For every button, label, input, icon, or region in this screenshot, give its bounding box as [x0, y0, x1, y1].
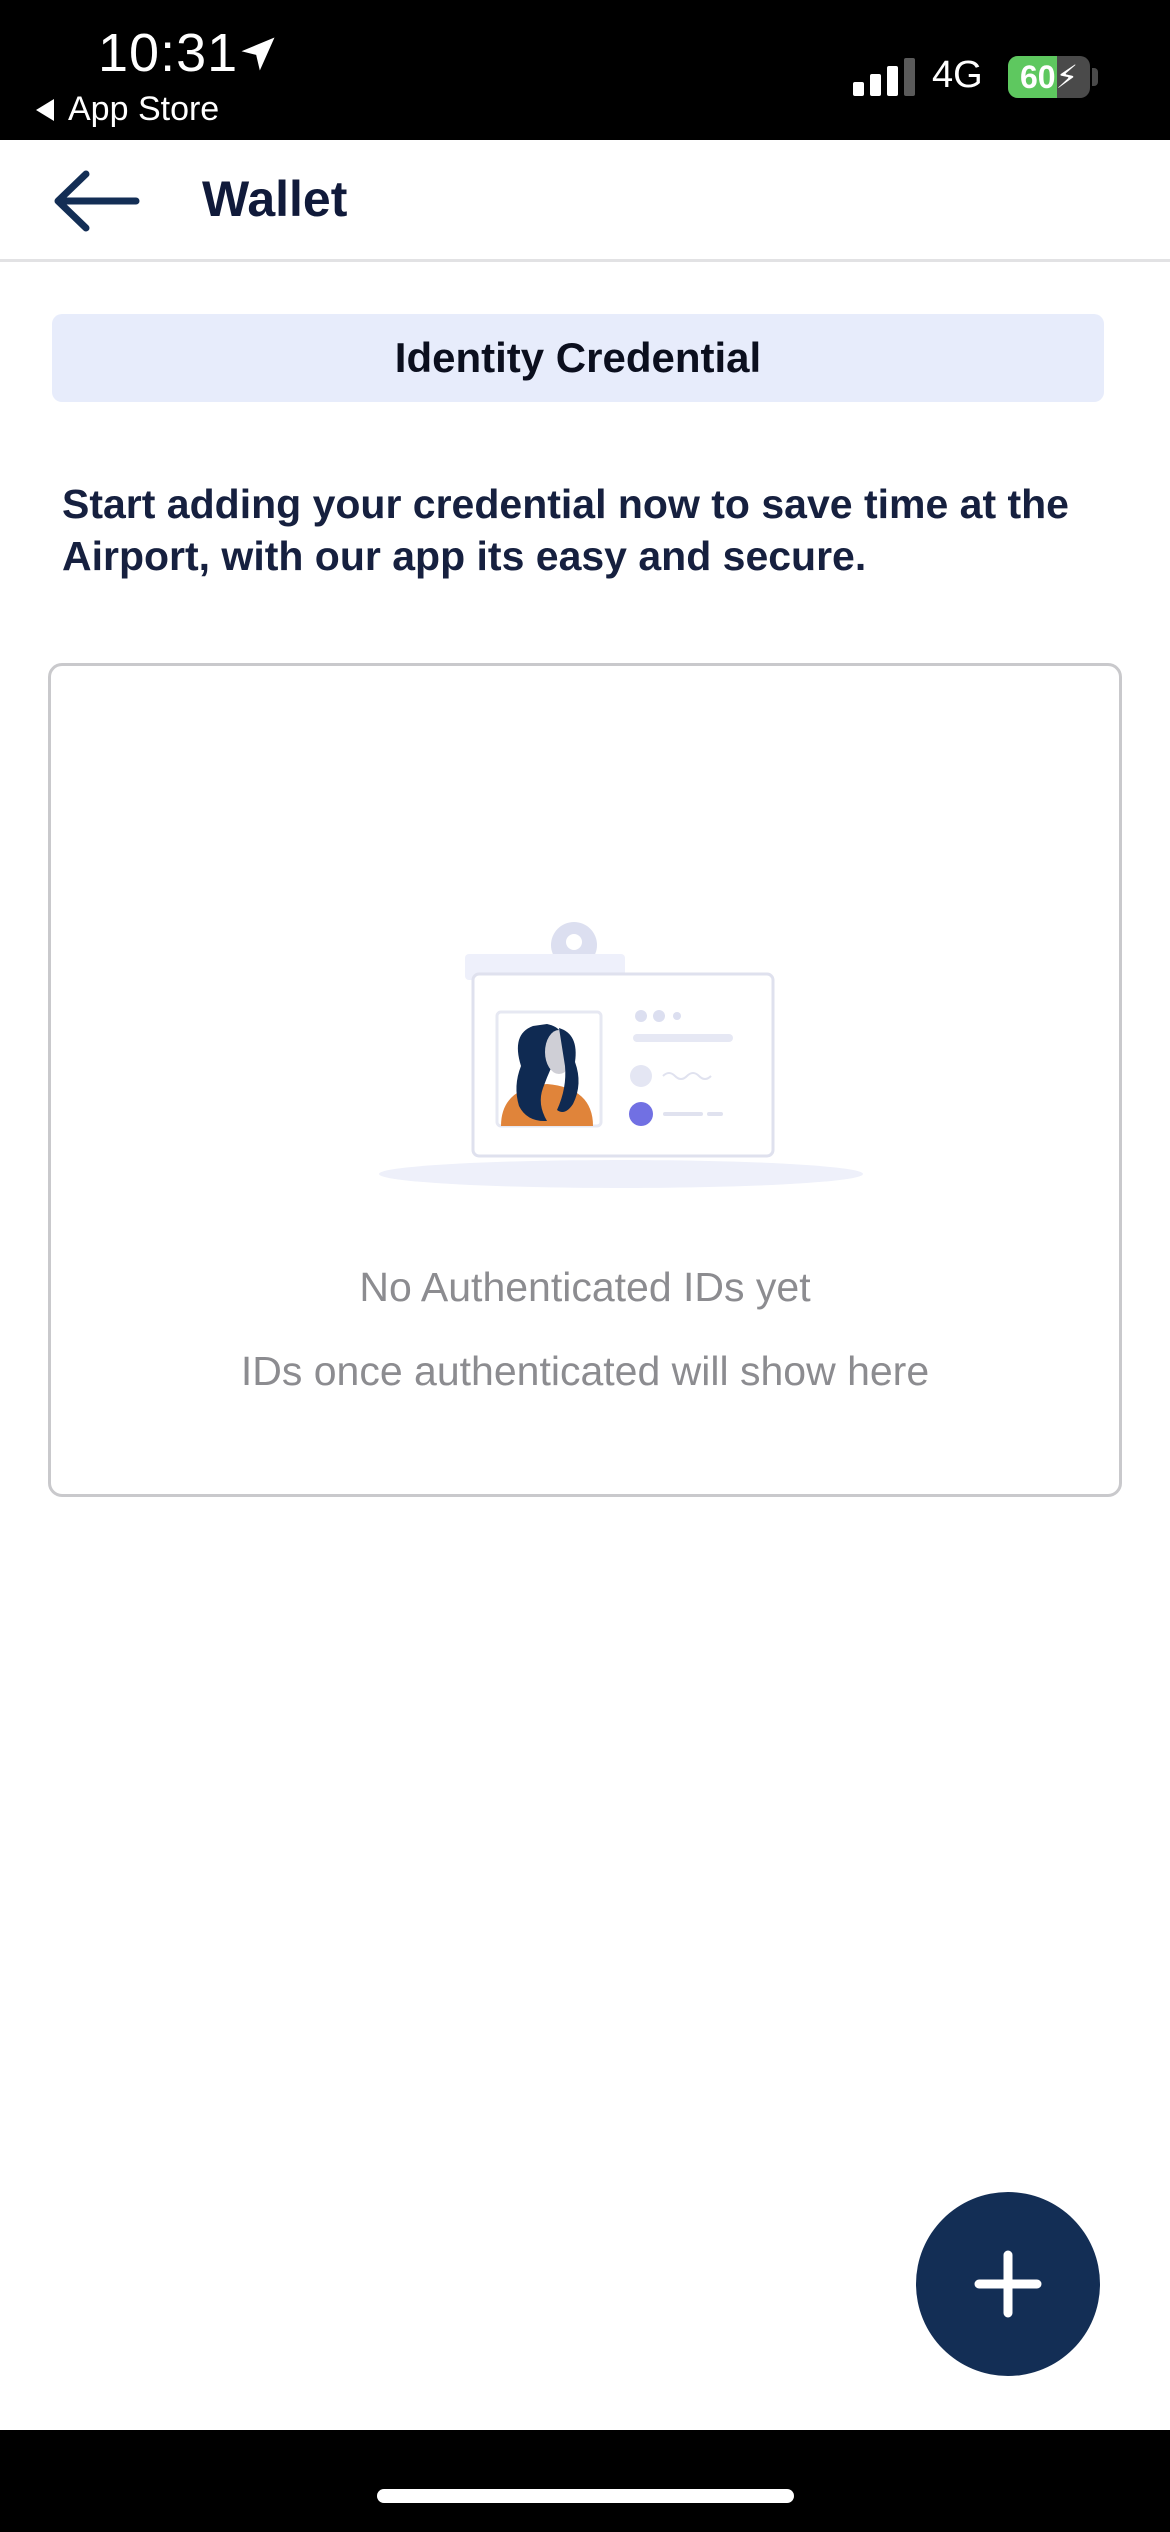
plus-icon: [974, 2250, 1042, 2318]
empty-state-subtitle: IDs once authenticated will show here: [240, 1348, 930, 1394]
tab-identity-credential[interactable]: Identity Credential: [52, 314, 1104, 402]
back-triangle-icon: [36, 98, 54, 121]
back-to-app-store[interactable]: App Store: [36, 90, 219, 129]
battery-cap: [1092, 68, 1098, 86]
signal-bars-icon: [853, 58, 915, 96]
bolt-icon: ⚡: [1055, 59, 1079, 95]
back-app-label: App Store: [68, 90, 220, 128]
battery-indicator: 60⚡: [1008, 56, 1090, 98]
app-header: Wallet: [0, 140, 1170, 262]
battery-percent: 60⚡: [1019, 59, 1079, 95]
page-title: Wallet: [202, 171, 348, 227]
status-bar: 10:31 App Store 4G 60⚡: [0, 0, 1170, 140]
id-badge-illustration: [379, 922, 863, 1188]
add-credential-button[interactable]: [916, 2192, 1100, 2376]
empty-state-card: No Authenticated IDs yet IDs once authen…: [48, 663, 1122, 1497]
home-indicator-area: [0, 2430, 1170, 2532]
intro-text: Start adding your credential now to save…: [62, 481, 1069, 579]
network-type: 4G: [932, 54, 983, 96]
home-indicator[interactable]: [377, 2489, 794, 2503]
back-button[interactable]: [52, 166, 142, 236]
empty-state-title: No Authenticated IDs yet: [359, 1264, 811, 1310]
location-arrow-icon: [241, 37, 275, 71]
wallet-screen: 10:31 App Store 4G 60⚡ Wallet Identity C…: [0, 0, 1170, 2532]
arrow-left-icon: [54, 170, 140, 232]
status-time: 10:31: [98, 23, 239, 83]
tab-label: Identity Credential: [394, 334, 762, 381]
